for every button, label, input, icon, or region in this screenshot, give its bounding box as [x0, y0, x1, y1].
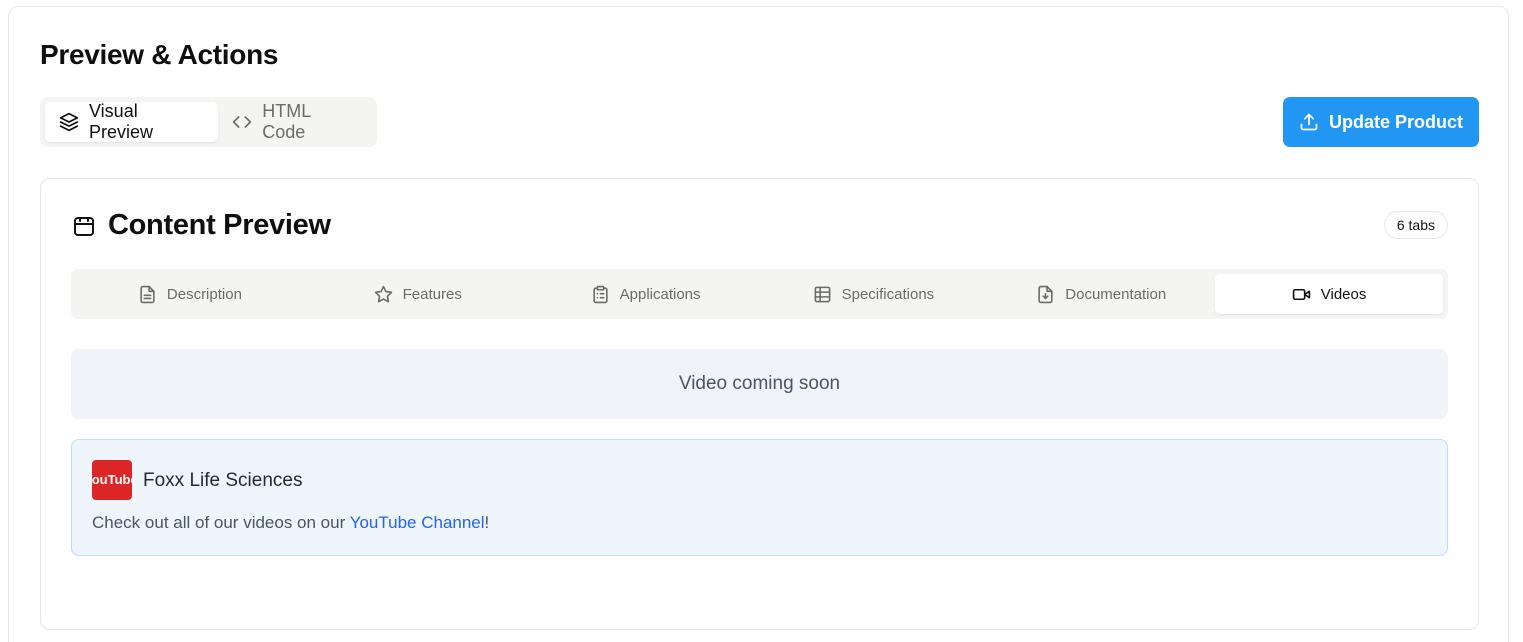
channel-description: Check out all of our videos on our YouTu… — [92, 513, 489, 533]
tab-label: Applications — [619, 285, 701, 303]
preview-actions-panel: Preview & Actions Visual Preview HTML Co… — [8, 6, 1509, 642]
upload-icon — [1300, 113, 1318, 131]
clipboard-list-icon — [593, 285, 608, 303]
visual-preview-button[interactable]: Visual Preview — [45, 101, 219, 142]
visual-preview-label: Visual Preview — [89, 101, 154, 142]
html-code-label: HTML Code — [262, 101, 311, 142]
tab-label: Videos — [1320, 285, 1367, 303]
update-product-label: Update Product — [1328, 111, 1463, 132]
youtube-channel-box: YouTube Foxx Life Sciences Check out all… — [71, 439, 1448, 556]
content-preview-title: Content Preview — [108, 209, 331, 241]
content-preview-card: Content Preview 6 tabs Description Featu… — [40, 178, 1479, 630]
layers-icon — [59, 112, 79, 132]
tab-label: Specifications — [841, 285, 935, 303]
code-icon — [233, 116, 252, 128]
tab-label: Features — [402, 285, 462, 303]
channel-name: Foxx Life Sciences — [143, 470, 303, 491]
tab-documentation[interactable]: Documentation — [987, 274, 1215, 314]
tab-applications[interactable]: Applications — [532, 274, 760, 314]
view-mode-toggle: Visual Preview HTML Code — [40, 97, 377, 147]
content-preview-header: Content Preview — [72, 209, 331, 242]
html-code-button[interactable]: HTML Code — [218, 101, 372, 142]
tab-features[interactable]: Features — [304, 274, 532, 314]
channel-text-before: Check out all of our videos on our — [92, 513, 350, 532]
tab-count-badge: 6 tabs — [1383, 211, 1448, 239]
table-icon — [814, 286, 831, 302]
video-placeholder: Video coming soon — [71, 349, 1448, 419]
tab-specifications[interactable]: Specifications — [759, 274, 987, 314]
tab-videos[interactable]: Videos — [1215, 274, 1443, 314]
page-title: Preview & Actions — [40, 39, 279, 70]
file-text-icon — [140, 285, 155, 303]
tab-label: Description — [166, 285, 242, 303]
content-tab-bar: Description Features Applications Specif… — [71, 269, 1448, 319]
youtube-logo: YouTube — [92, 460, 132, 500]
channel-text-after: ! — [484, 513, 490, 532]
package-icon — [74, 216, 94, 236]
tab-description[interactable]: Description — [76, 274, 304, 314]
update-product-button[interactable]: Update Product — [1283, 97, 1479, 147]
youtube-channel-link[interactable]: YouTube Channel — [350, 513, 485, 532]
tab-label: Documentation — [1065, 285, 1167, 303]
video-icon — [1292, 288, 1310, 300]
star-icon — [374, 285, 392, 302]
file-download-icon — [1038, 285, 1053, 303]
